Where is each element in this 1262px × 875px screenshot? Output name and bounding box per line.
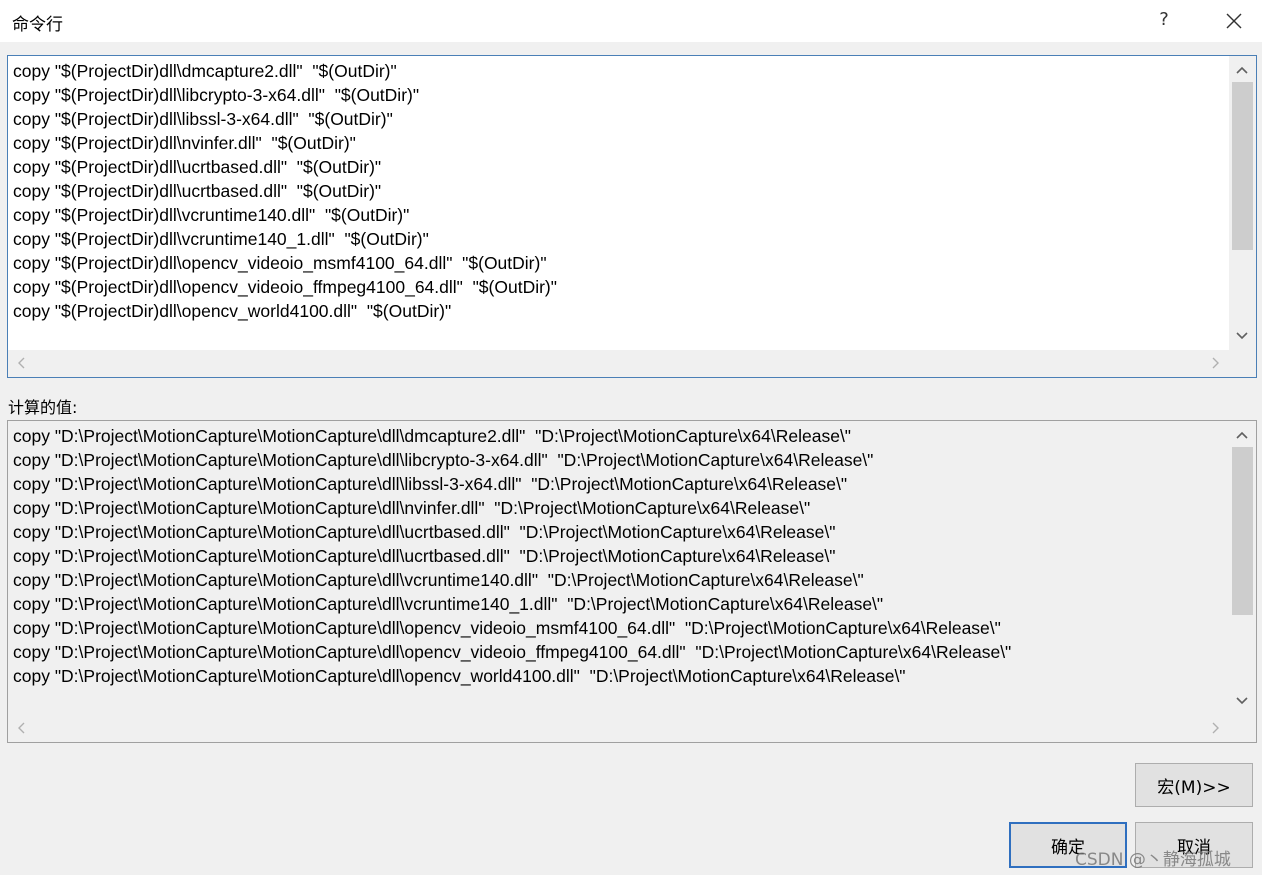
scroll-up-icon[interactable]	[1232, 425, 1252, 445]
command-line: copy "$(ProjectDir)dll\opencv_videoio_ms…	[13, 253, 547, 273]
close-icon	[1226, 13, 1242, 29]
command-line: copy "$(ProjectDir)dll\dmcapture2.dll" "…	[13, 61, 397, 81]
scroll-down-icon[interactable]	[1232, 691, 1252, 711]
scroll-up-icon[interactable]	[1232, 60, 1252, 80]
evaluated-line: copy "D:\Project\MotionCapture\MotionCap…	[13, 666, 906, 686]
command-scroll-thumb[interactable]	[1232, 82, 1253, 251]
evaluated-horizontal-scrollbar[interactable]	[8, 715, 1229, 742]
title-bar: 命令行 ?	[0, 0, 1262, 42]
command-line: copy "$(ProjectDir)dll\libcrypto-3-x64.d…	[13, 85, 420, 105]
evaluated-value-text: copy "D:\Project\MotionCapture\MotionCap…	[13, 424, 1228, 714]
evaluated-scroll-thumb[interactable]	[1232, 447, 1253, 616]
evaluated-line: copy "D:\Project\MotionCapture\MotionCap…	[13, 642, 1012, 662]
evaluated-line: copy "D:\Project\MotionCapture\MotionCap…	[13, 618, 1001, 638]
evaluated-value-label: 计算的值:	[8, 398, 78, 417]
command-line: copy "$(ProjectDir)dll\nvinfer.dll" "$(O…	[13, 133, 356, 153]
command-line: copy "$(ProjectDir)dll\ucrtbased.dll" "$…	[13, 181, 382, 201]
evaluated-line: copy "D:\Project\MotionCapture\MotionCap…	[13, 570, 864, 590]
scroll-left-icon[interactable]	[12, 353, 32, 373]
scrollbar-corner	[1229, 715, 1256, 742]
evaluated-line: copy "D:\Project\MotionCapture\MotionCap…	[13, 594, 884, 614]
scroll-right-icon[interactable]	[1205, 718, 1225, 738]
close-button[interactable]	[1218, 6, 1250, 36]
scroll-right-icon[interactable]	[1205, 353, 1225, 373]
help-button[interactable]: ?	[1150, 6, 1178, 34]
evaluated-line: copy "D:\Project\MotionCapture\MotionCap…	[13, 498, 811, 518]
scroll-left-icon[interactable]	[12, 718, 32, 738]
dialog-title: 命令行	[12, 15, 63, 35]
command-line: copy "$(ProjectDir)dll\opencv_videoio_ff…	[13, 277, 557, 297]
command-line: copy "$(ProjectDir)dll\vcruntime140_1.dl…	[13, 229, 429, 249]
scroll-down-icon[interactable]	[1232, 326, 1252, 346]
evaluated-line: copy "D:\Project\MotionCapture\MotionCap…	[13, 426, 852, 446]
command-line: copy "$(ProjectDir)dll\vcruntime140.dll"…	[13, 205, 410, 225]
evaluated-line: copy "D:\Project\MotionCapture\MotionCap…	[13, 474, 848, 494]
evaluated-vertical-scrollbar[interactable]	[1229, 421, 1256, 715]
command-line: copy "$(ProjectDir)dll\opencv_world4100.…	[13, 301, 452, 321]
macros-button[interactable]: 宏(M)>>	[1135, 763, 1253, 807]
watermark-text: CSDN @丶静海孤城	[1075, 850, 1231, 870]
command-vertical-scrollbar[interactable]	[1229, 56, 1256, 350]
command-horizontal-scrollbar[interactable]	[8, 350, 1229, 377]
evaluated-value-box[interactable]: copy "D:\Project\MotionCapture\MotionCap…	[7, 420, 1257, 743]
evaluated-line: copy "D:\Project\MotionCapture\MotionCap…	[13, 546, 836, 566]
scrollbar-corner	[1229, 350, 1256, 377]
command-line-editor[interactable]: copy "$(ProjectDir)dll\dmcapture2.dll" "…	[7, 55, 1257, 378]
command-line: copy "$(ProjectDir)dll\ucrtbased.dll" "$…	[13, 157, 382, 177]
command-line-text[interactable]: copy "$(ProjectDir)dll\dmcapture2.dll" "…	[13, 59, 1228, 349]
evaluated-line: copy "D:\Project\MotionCapture\MotionCap…	[13, 450, 874, 470]
evaluated-line: copy "D:\Project\MotionCapture\MotionCap…	[13, 522, 836, 542]
command-line: copy "$(ProjectDir)dll\libssl-3-x64.dll"…	[13, 109, 393, 129]
